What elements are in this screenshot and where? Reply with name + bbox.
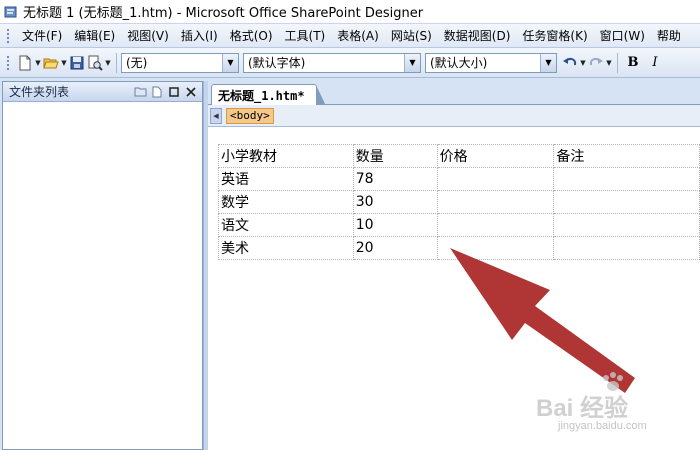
style-combo[interactable]: (无) ▼ <box>121 52 239 73</box>
menu-view[interactable]: 视图(V) <box>121 26 175 46</box>
menu-format[interactable]: 格式(O) <box>224 26 279 46</box>
menu-site[interactable]: 网站(S) <box>385 26 438 46</box>
header-cell[interactable]: 小学教材 <box>218 144 354 168</box>
toolbar-grip-handle[interactable] <box>6 54 10 71</box>
baidu-jingyan-watermark: Bai 经验 jingyan.baidu.com <box>528 370 698 450</box>
preview-icon[interactable] <box>86 53 104 73</box>
maximize-icon[interactable] <box>167 84 181 99</box>
chevron-down-icon[interactable]: ▼ <box>540 53 556 72</box>
body-tag-chip[interactable]: <body> <box>226 107 274 124</box>
new-page-icon[interactable] <box>150 84 164 99</box>
menu-table[interactable]: 表格(A) <box>331 26 385 46</box>
font-size-combo-value: (默认大小) <box>430 56 488 70</box>
menu-help[interactable]: 帮助 <box>651 26 687 46</box>
new-page-icon[interactable] <box>16 53 34 73</box>
open-folder-icon[interactable] <box>42 53 60 73</box>
table-cell[interactable]: 语文 <box>218 213 354 237</box>
table-cell[interactable] <box>436 190 555 214</box>
menu-edit[interactable]: 编辑(E) <box>68 26 121 46</box>
folder-list-panel: 文件夹列表 <box>2 81 203 450</box>
tab-untitled-1[interactable]: 无标题_1.htm* <box>211 84 326 106</box>
window-title: 无标题 1 (无标题_1.htm) - Microsoft Office Sha… <box>23 6 424 21</box>
menu-window[interactable]: 窗口(W) <box>594 26 651 46</box>
table-cell[interactable]: 美术 <box>218 236 354 260</box>
open-dropdown-arrow-icon[interactable]: ▼ <box>60 53 68 73</box>
sharepoint-designer-icon <box>4 5 18 19</box>
table-cell[interactable]: 30 <box>352 190 438 214</box>
watermark-url: jingyan.baidu.com <box>558 420 647 432</box>
table-cell[interactable]: 78 <box>352 167 438 191</box>
bold-button[interactable]: B <box>622 53 644 73</box>
header-cell[interactable]: 数量 <box>352 144 438 168</box>
style-combo-value: (无) <box>126 56 148 70</box>
menu-bar: 文件(F) 编辑(E) 视图(V) 插入(I) 格式(O) 工具(T) 表格(A… <box>0 24 700 48</box>
font-size-combo[interactable]: (默认大小) ▼ <box>425 52 557 73</box>
table-header-row: 小学教材 数量 价格 备注 <box>218 144 700 168</box>
new-dropdown-arrow-icon[interactable]: ▼ <box>34 53 42 73</box>
header-cell[interactable]: 备注 <box>553 144 700 168</box>
table-cell[interactable] <box>553 190 700 214</box>
undo-icon[interactable] <box>561 53 579 73</box>
folder-list-header: 文件夹列表 <box>3 82 202 102</box>
table-cell[interactable] <box>436 213 555 237</box>
font-combo[interactable]: (默认字体) ▼ <box>243 52 421 73</box>
title-bar: 无标题 1 (无标题_1.htm) - Microsoft Office Sha… <box>0 0 700 24</box>
table-cell[interactable]: 数学 <box>218 190 354 214</box>
close-icon[interactable] <box>184 84 198 99</box>
table-cell[interactable]: 10 <box>352 213 438 237</box>
preview-dropdown-arrow-icon[interactable]: ▼ <box>104 53 112 73</box>
chevron-down-icon[interactable]: ▼ <box>404 53 420 72</box>
table-cell[interactable] <box>436 167 555 191</box>
table-cell[interactable] <box>553 213 700 237</box>
watermark-brand: Bai 经验 <box>536 395 629 422</box>
document-tabstrip: 无标题_1.htm* <box>208 81 700 106</box>
header-cell[interactable]: 价格 <box>436 144 555 168</box>
font-combo-value: (默认字体) <box>248 56 306 70</box>
quick-tag-selector: ◀ <body> <box>208 105 700 127</box>
redo-dropdown-arrow-icon[interactable]: ▼ <box>605 53 613 73</box>
menu-tools[interactable]: 工具(T) <box>279 26 332 46</box>
toolbar-separator <box>116 52 117 73</box>
new-folder-icon[interactable] <box>133 84 147 99</box>
table-row: 语文 10 <box>218 213 700 237</box>
italic-button[interactable]: I <box>644 53 666 73</box>
folder-list-title: 文件夹列表 <box>9 85 70 99</box>
toolbar-separator <box>617 52 618 73</box>
undo-dropdown-arrow-icon[interactable]: ▼ <box>579 53 587 73</box>
save-icon[interactable] <box>68 53 86 73</box>
panel-controls <box>133 84 198 99</box>
table-cell[interactable] <box>553 167 700 191</box>
formatting-toolbar: ▼ ▼ ▼ (无) ▼ (默认字体) ▼ (默认大小) ▼ ▼ ▼ B I <box>0 48 700 78</box>
menu-grip-handle[interactable] <box>6 27 10 44</box>
tag-scroll-left-icon[interactable]: ◀ <box>210 107 222 124</box>
table-cell[interactable]: 20 <box>352 236 438 260</box>
table-row: 英语 78 <box>218 167 700 191</box>
redo-icon[interactable] <box>587 53 605 73</box>
menu-file[interactable]: 文件(F) <box>16 26 68 46</box>
menu-task-panes[interactable]: 任务窗格(K) <box>516 26 593 46</box>
table-cell[interactable]: 英语 <box>218 167 354 191</box>
chevron-down-icon[interactable]: ▼ <box>222 53 238 72</box>
table-row: 数学 30 <box>218 190 700 214</box>
menu-data-view[interactable]: 数据视图(D) <box>438 26 517 46</box>
menu-insert[interactable]: 插入(I) <box>175 26 224 46</box>
